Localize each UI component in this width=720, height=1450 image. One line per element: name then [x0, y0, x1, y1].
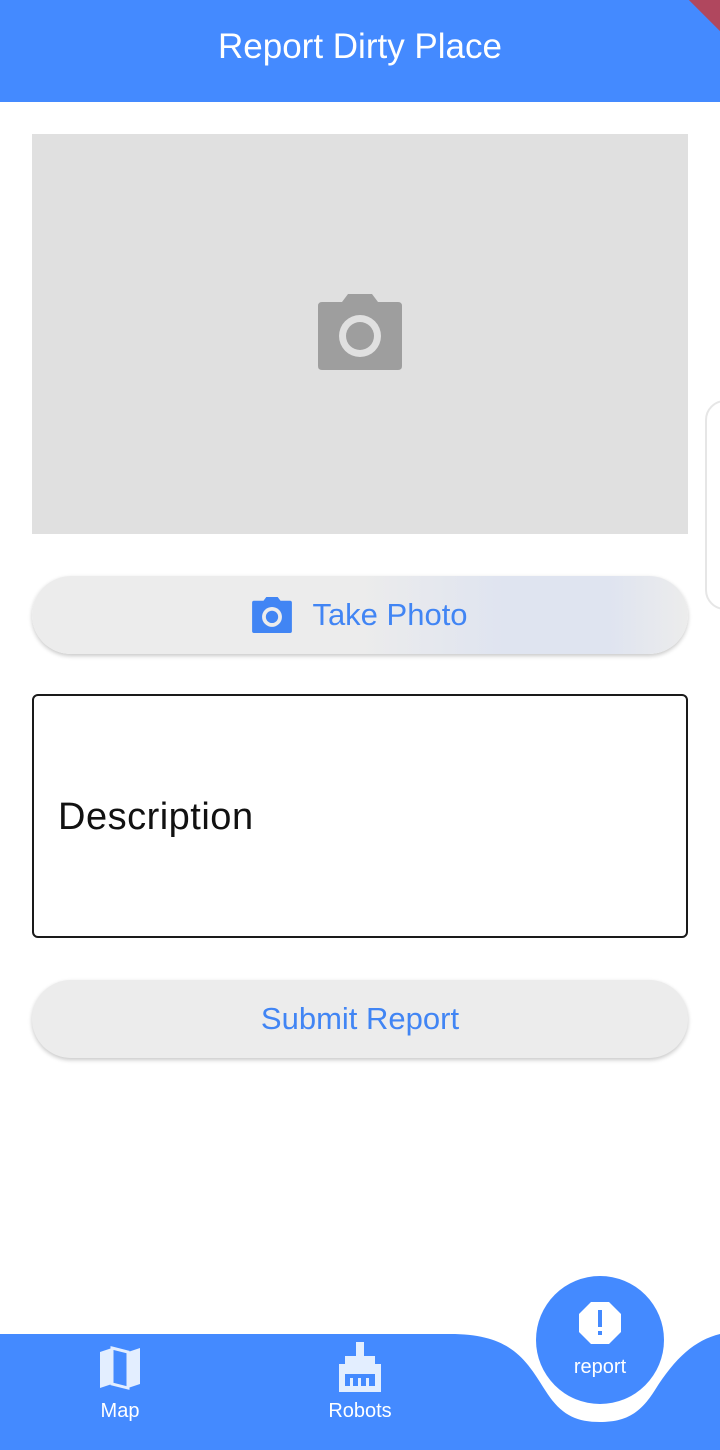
description-field[interactable]: Description	[32, 694, 688, 938]
nav-label-map: Map	[100, 1400, 140, 1422]
camera-icon	[318, 293, 402, 375]
report-fab[interactable]: report	[536, 1276, 664, 1404]
nav-item-robots[interactable]: Robots	[285, 1340, 435, 1440]
description-label: Description	[58, 796, 254, 838]
submit-report-label: Submit Report	[260, 1001, 460, 1036]
nav-item-map[interactable]: Map	[45, 1340, 195, 1440]
report-alert-icon	[578, 1301, 622, 1350]
report-fab-label: report	[573, 1356, 627, 1378]
map-icon	[98, 1340, 142, 1396]
cleaning-robot-icon	[337, 1340, 383, 1396]
report-screen: Report Dirty Place Take Photo Descriptio…	[0, 0, 720, 1450]
submit-report-button[interactable]: Submit Report	[32, 980, 688, 1058]
camera-icon	[252, 597, 293, 633]
take-photo-button[interactable]: Take Photo	[32, 576, 688, 654]
side-drawer-handle[interactable]	[705, 400, 720, 610]
photo-preview	[32, 134, 688, 534]
page-title: Report Dirty Place	[218, 27, 502, 66]
nav-label-robots: Robots	[328, 1400, 392, 1422]
app-bar: Report Dirty Place	[0, 0, 720, 102]
take-photo-label: Take Photo	[312, 597, 468, 632]
